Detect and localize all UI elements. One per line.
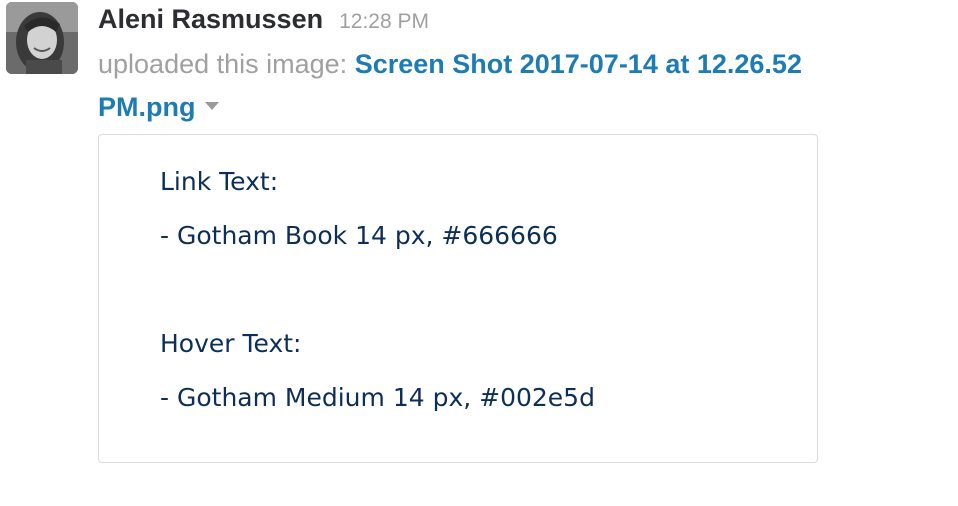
upload-action-text: uploaded this image:	[98, 49, 348, 79]
user-avatar[interactable]	[6, 2, 78, 74]
upload-description: uploaded this image: Screen Shot 2017-07…	[98, 43, 898, 129]
message-timestamp[interactable]: 12:28 PM	[339, 10, 429, 34]
author-name[interactable]: Aleni Rasmussen	[98, 4, 323, 35]
preview-line-link-spec: - Gotham Book 14 px, #666666	[160, 221, 558, 250]
chevron-down-icon[interactable]	[205, 101, 220, 110]
preview-line-link-heading: Link Text:	[160, 167, 279, 196]
image-preview[interactable]: Link Text: - Gotham Book 14 px, #666666 …	[98, 134, 818, 463]
avatar-photo-icon	[6, 2, 78, 74]
message-header: Aleni Rasmussen 12:28 PM	[98, 4, 429, 40]
preview-line-hover-spec: - Gotham Medium 14 px, #002e5d	[160, 383, 595, 412]
preview-line-hover-heading: Hover Text:	[160, 329, 302, 358]
